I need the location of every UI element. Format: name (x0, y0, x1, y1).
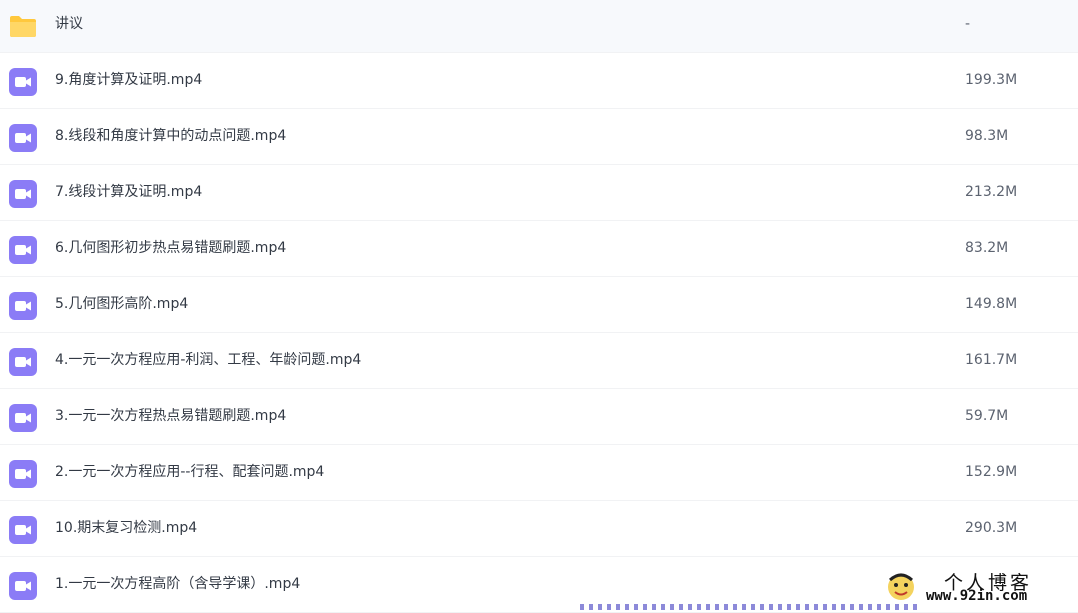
video-file-icon (8, 235, 38, 265)
file-name[interactable]: 9.角度计算及证明.mp4 (55, 71, 202, 89)
video-file-icon (8, 403, 38, 433)
file-size: 83.2M (965, 240, 1009, 256)
file-row[interactable]: 4.一元一次方程应用-利润、工程、年龄问题.mp4 161.7M (0, 333, 1078, 389)
file-name[interactable]: 4.一元一次方程应用-利润、工程、年龄问题.mp4 (55, 351, 361, 369)
file-row[interactable]: 5.几何图形高阶.mp4 149.8M (0, 277, 1078, 333)
watermark: 个人博客 www.92in.com (886, 568, 1066, 608)
file-name[interactable]: 6.几何图形初步热点易错题刷题.mp4 (55, 239, 286, 257)
video-file-icon (8, 123, 38, 153)
file-row[interactable]: 10.期末复习检测.mp4 290.3M (0, 501, 1078, 557)
file-row[interactable]: 2.一元一次方程应用--行程、配套问题.mp4 152.9M (0, 445, 1078, 501)
file-list: 讲议 - 9.角度计算及证明.mp4 199.3M 8.线段和角度计算中的动点问… (0, 0, 1078, 613)
file-size: 152.9M (965, 464, 1018, 480)
video-file-icon (8, 347, 38, 377)
folder-row[interactable]: 讲议 - (0, 0, 1078, 53)
file-size: 149.8M (965, 296, 1018, 312)
file-name[interactable]: 3.一元一次方程热点易错题刷题.mp4 (55, 407, 286, 425)
file-size: 98.3M (965, 128, 1009, 144)
file-name[interactable]: 8.线段和角度计算中的动点问题.mp4 (55, 127, 286, 145)
file-name[interactable]: 讲议 (55, 15, 83, 33)
file-name[interactable]: 7.线段计算及证明.mp4 (55, 183, 202, 201)
video-file-icon (8, 571, 38, 601)
partial-bottom-strip (580, 604, 920, 610)
watermark-url: www.92in.com (926, 588, 1028, 604)
folder-icon (8, 11, 38, 41)
file-name[interactable]: 2.一元一次方程应用--行程、配套问题.mp4 (55, 463, 324, 481)
file-row[interactable]: 6.几何图形初步热点易错题刷题.mp4 83.2M (0, 221, 1078, 277)
file-size: 59.7M (965, 408, 1009, 424)
file-size: - (965, 16, 971, 32)
avatar (886, 572, 916, 602)
video-file-icon (8, 459, 38, 489)
file-name[interactable]: 1.一元一次方程高阶（含导学课）.mp4 (55, 575, 300, 593)
file-name[interactable]: 10.期末复习检测.mp4 (55, 519, 197, 537)
video-file-icon (8, 67, 38, 97)
file-size: 213.2M (965, 184, 1018, 200)
file-row[interactable]: 7.线段计算及证明.mp4 213.2M (0, 165, 1078, 221)
file-size: 199.3M (965, 72, 1018, 88)
file-name[interactable]: 5.几何图形高阶.mp4 (55, 295, 188, 313)
video-file-icon (8, 179, 38, 209)
file-row[interactable]: 8.线段和角度计算中的动点问题.mp4 98.3M (0, 109, 1078, 165)
video-file-icon (8, 515, 38, 545)
file-row[interactable]: 3.一元一次方程热点易错题刷题.mp4 59.7M (0, 389, 1078, 445)
file-size: 290.3M (965, 520, 1018, 536)
file-row[interactable]: 9.角度计算及证明.mp4 199.3M (0, 53, 1078, 109)
video-file-icon (8, 291, 38, 321)
file-size: 161.7M (965, 352, 1018, 368)
